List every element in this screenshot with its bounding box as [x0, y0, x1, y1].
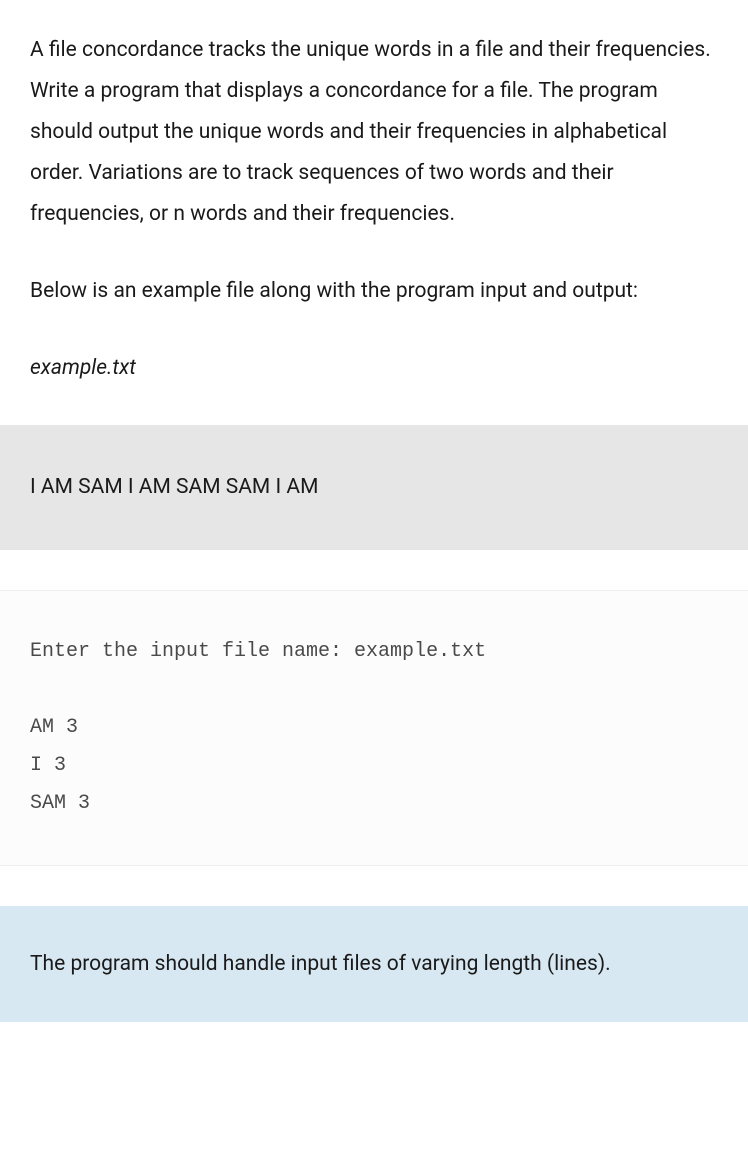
note-box: The program should handle input files of… [0, 906, 748, 1023]
program-io-box: Enter the input file name: example.txt A… [0, 590, 748, 866]
note-text: The program should handle input files of… [30, 952, 611, 976]
example-filename: example.txt [0, 348, 748, 425]
program-io-text: Enter the input file name: example.txt A… [30, 640, 486, 815]
example-file-contents-box: I AM SAM I AM SAM SAM I AM [0, 425, 748, 550]
problem-description: A file concordance tracks the unique wor… [0, 0, 748, 271]
example-intro-text: Below is an example file along with the … [0, 271, 748, 348]
example-file-contents: I AM SAM I AM SAM SAM I AM [30, 475, 318, 499]
